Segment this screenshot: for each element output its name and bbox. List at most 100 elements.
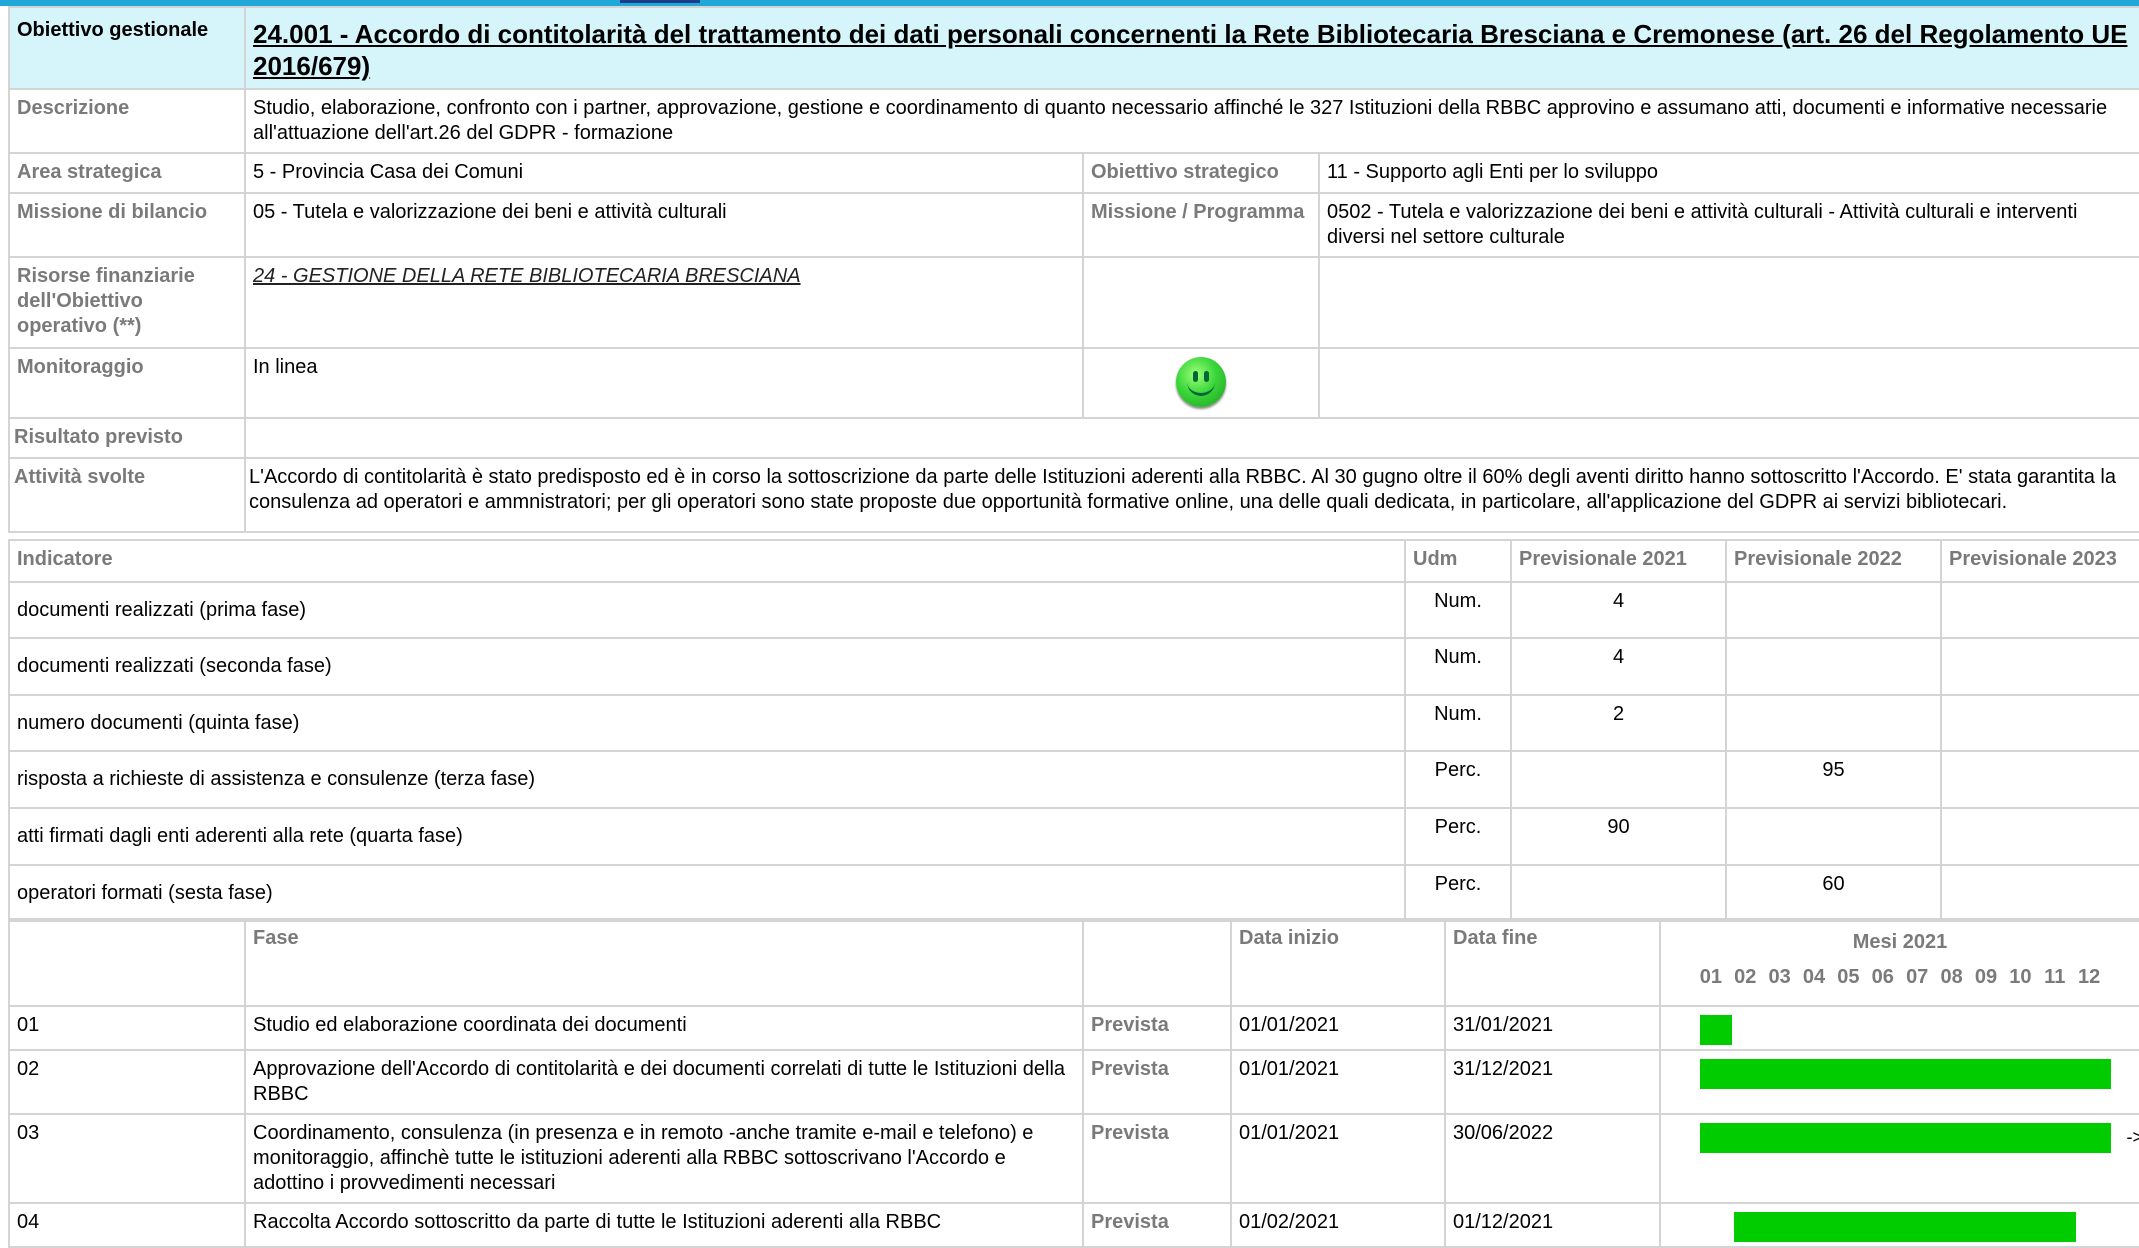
phases-header-row: Fase Data inizio Data fine Mesi 2021 01 0… xyxy=(8,918,2139,1007)
indicator-name: documenti realizzati (prima fase) xyxy=(8,581,1406,639)
program-label: Missione / Programma xyxy=(1082,192,1320,258)
description-row: Descrizione Studio, elaborazione, confro… xyxy=(8,88,2139,154)
indicator-forecast-2021 xyxy=(1510,750,1727,809)
resources-link[interactable]: 24 - GESTIONE DELLA RETE BIBLIOTECARIA B… xyxy=(253,265,801,287)
phase-row: 04 Raccolta Accordo sottoscritto da parte… xyxy=(8,1202,2139,1248)
phase-row: 02 Approvazione dell'Accordo di contitola… xyxy=(8,1049,2139,1115)
indicator-row: numero documenti (quinta fase) Num. 2 xyxy=(8,694,2139,752)
indicator-forecast-2023 xyxy=(1940,637,2139,696)
monitoring-label: Monitoraggio xyxy=(8,347,246,419)
phase-num-header xyxy=(8,918,246,1007)
phase-number: 03 xyxy=(8,1113,246,1204)
indicators-table: Indicatore Udm Previsionale 2021 Previsi… xyxy=(8,539,2139,922)
indicator-udm: Perc. xyxy=(1404,807,1512,866)
month-label: 02 xyxy=(1734,966,1757,988)
indicator-forecast-2023 xyxy=(1940,581,2139,639)
phase-row: 01 Studio ed elaborazione coordinata dei … xyxy=(8,1005,2139,1051)
activities-label: Attività svolte xyxy=(8,457,246,533)
phase-type: Prevista xyxy=(1082,1049,1232,1115)
phase-start-date: 01/01/2021 xyxy=(1230,1005,1446,1051)
month-label: 06 xyxy=(1871,966,1894,988)
objective-title[interactable]: 24.001 - Accordo di contitolarità del tr… xyxy=(243,6,2139,90)
phase-gantt-bar xyxy=(1734,1212,2077,1242)
phase-type: Prevista xyxy=(1082,1005,1232,1051)
indicator-udm: Num. xyxy=(1404,581,1512,639)
indicator-name: documenti realizzati (seconda fase) xyxy=(8,637,1406,696)
activities-row: Attività svolte L'Accordo di contitolari… xyxy=(8,457,2139,533)
phase-gantt-cell xyxy=(1659,1005,2139,1051)
phase-start-date: 01/01/2021 xyxy=(1230,1113,1446,1204)
monitoring-icon-cell xyxy=(1082,347,1320,419)
phase-type: Prevista xyxy=(1082,1202,1232,1248)
phase-number: 04 xyxy=(8,1202,246,1248)
phase-gantt-bar xyxy=(1700,1059,2111,1089)
program-value: 0502 - Tutela e valorizzazione dei beni … xyxy=(1317,192,2139,258)
phase-number: 02 xyxy=(8,1049,246,1115)
phase-end-date: 31/01/2021 xyxy=(1444,1005,1661,1051)
strategic-objective-label: Obiettivo strategico xyxy=(1082,152,1320,194)
indicator-row: risposta a richieste di assistenza e con… xyxy=(8,750,2139,809)
phase-type-header xyxy=(1082,918,1232,1007)
month-label: 08 xyxy=(1940,966,1963,988)
phase-description: Raccolta Accordo sottoscritto da parte d… xyxy=(244,1202,1084,1248)
indicator-udm: Num. xyxy=(1404,637,1512,696)
phase-type: Prevista xyxy=(1082,1113,1232,1204)
strategic-objective-value: 11 - Supporto agli Enti per lo sviluppo xyxy=(1317,152,2139,194)
phase-gantt-cell xyxy=(1659,1049,2139,1115)
indicator-udm: Perc. xyxy=(1404,750,1512,809)
phase-gantt-bar xyxy=(1700,1123,2111,1153)
smiley-green-icon xyxy=(1176,357,1226,407)
indicator-forecast-2022 xyxy=(1725,807,1942,866)
objective-label: Obiettivo gestionale xyxy=(8,6,246,90)
description-label: Descrizione xyxy=(8,88,246,154)
monitoring-row: Monitoraggio In linea xyxy=(8,347,2139,419)
phase-start-date: 01/01/2021 xyxy=(1230,1049,1446,1115)
indicator-row: atti firmati dagli enti aderenti alla re… xyxy=(8,807,2139,866)
indicator-row: documenti realizzati (seconda fase) Num. 4 xyxy=(8,637,2139,696)
month-label: 01 xyxy=(1699,966,1722,988)
expected-result-label: Risultato previsto xyxy=(8,417,246,459)
phase-end-date: 01/12/2021 xyxy=(1444,1202,1661,1248)
indicator-forecast-2021: 4 xyxy=(1510,581,1727,639)
indicator-row: operatori formati (sesta fase) Perc. 60 xyxy=(8,864,2139,922)
objective-header-row: Obiettivo gestionale 24.001 - Accordo di… xyxy=(8,6,2139,90)
start-date-col-header: Data inizio xyxy=(1230,918,1446,1007)
phase-gantt-cell: -> xyxy=(1659,1113,2139,1204)
indicator-forecast-2022 xyxy=(1725,581,1942,639)
phase-row: 03 Coordinamento, consulenza (in presenza… xyxy=(8,1113,2139,1204)
description-value: Studio, elaborazione, confronto con i pa… xyxy=(243,88,2139,154)
month-label: 09 xyxy=(1974,966,1998,988)
top-accent-mark xyxy=(620,0,700,3)
resources-label: Risorse finanziarie dell'Obiettivo opera… xyxy=(8,256,246,349)
phase-number: 01 xyxy=(8,1005,246,1051)
area-label: Area strategica xyxy=(8,152,246,194)
indicator-name: risposta a richieste di assistenza e con… xyxy=(8,750,1406,809)
monitoring-value: In linea xyxy=(244,347,1084,419)
indicators-header-row: Indicatore Udm Previsionale 2021 Previsi… xyxy=(8,539,2139,583)
indicator-forecast-2022: 60 xyxy=(1725,864,1942,922)
months-year-label: Mesi 2021 xyxy=(1852,931,1948,953)
indicator-name: numero documenti (quinta fase) xyxy=(8,694,1406,752)
indicator-forecast-2021: 4 xyxy=(1510,637,1727,696)
resources-empty-1 xyxy=(1082,256,1320,349)
phase-start-date: 01/02/2021 xyxy=(1230,1202,1446,1248)
resources-row: Risorse finanziarie dell'Obiettivo opera… xyxy=(8,256,2139,349)
indicator-forecast-2021: 2 xyxy=(1510,694,1727,752)
month-label: 10 xyxy=(2009,966,2032,988)
area-row: Area strategica 5 - Provincia Casa dei C… xyxy=(8,152,2139,194)
indicator-name: atti firmati dagli enti aderenti alla re… xyxy=(8,807,1406,866)
month-label: 04 xyxy=(1802,966,1826,988)
area-value: 5 - Provincia Casa dei Comuni xyxy=(244,152,1084,194)
indicator-forecast-2023 xyxy=(1940,864,2139,922)
objective-details-table: Obiettivo gestionale 24.001 - Accordo di… xyxy=(8,6,2139,533)
phase-description: Studio ed elaborazione coordinata dei do… xyxy=(244,1005,1084,1051)
indicator-row: documenti realizzati (prima fase) Num. 4 xyxy=(8,581,2139,639)
indicator-udm: Perc. xyxy=(1404,864,1512,922)
month-label: 03 xyxy=(1768,966,1791,988)
indicator-forecast-2022: 95 xyxy=(1725,750,1942,809)
mission-row: Missione di bilancio 05 - Tutela e valor… xyxy=(8,192,2139,258)
resources-empty-2 xyxy=(1317,256,2139,349)
phases-table: Fase Data inizio Data fine Mesi 2021 01 0… xyxy=(8,918,2139,1248)
forecast-2022-col-header: Previsionale 2022 xyxy=(1725,539,1942,583)
mission-value: 05 - Tutela e valorizzazione dei beni e … xyxy=(244,192,1084,258)
